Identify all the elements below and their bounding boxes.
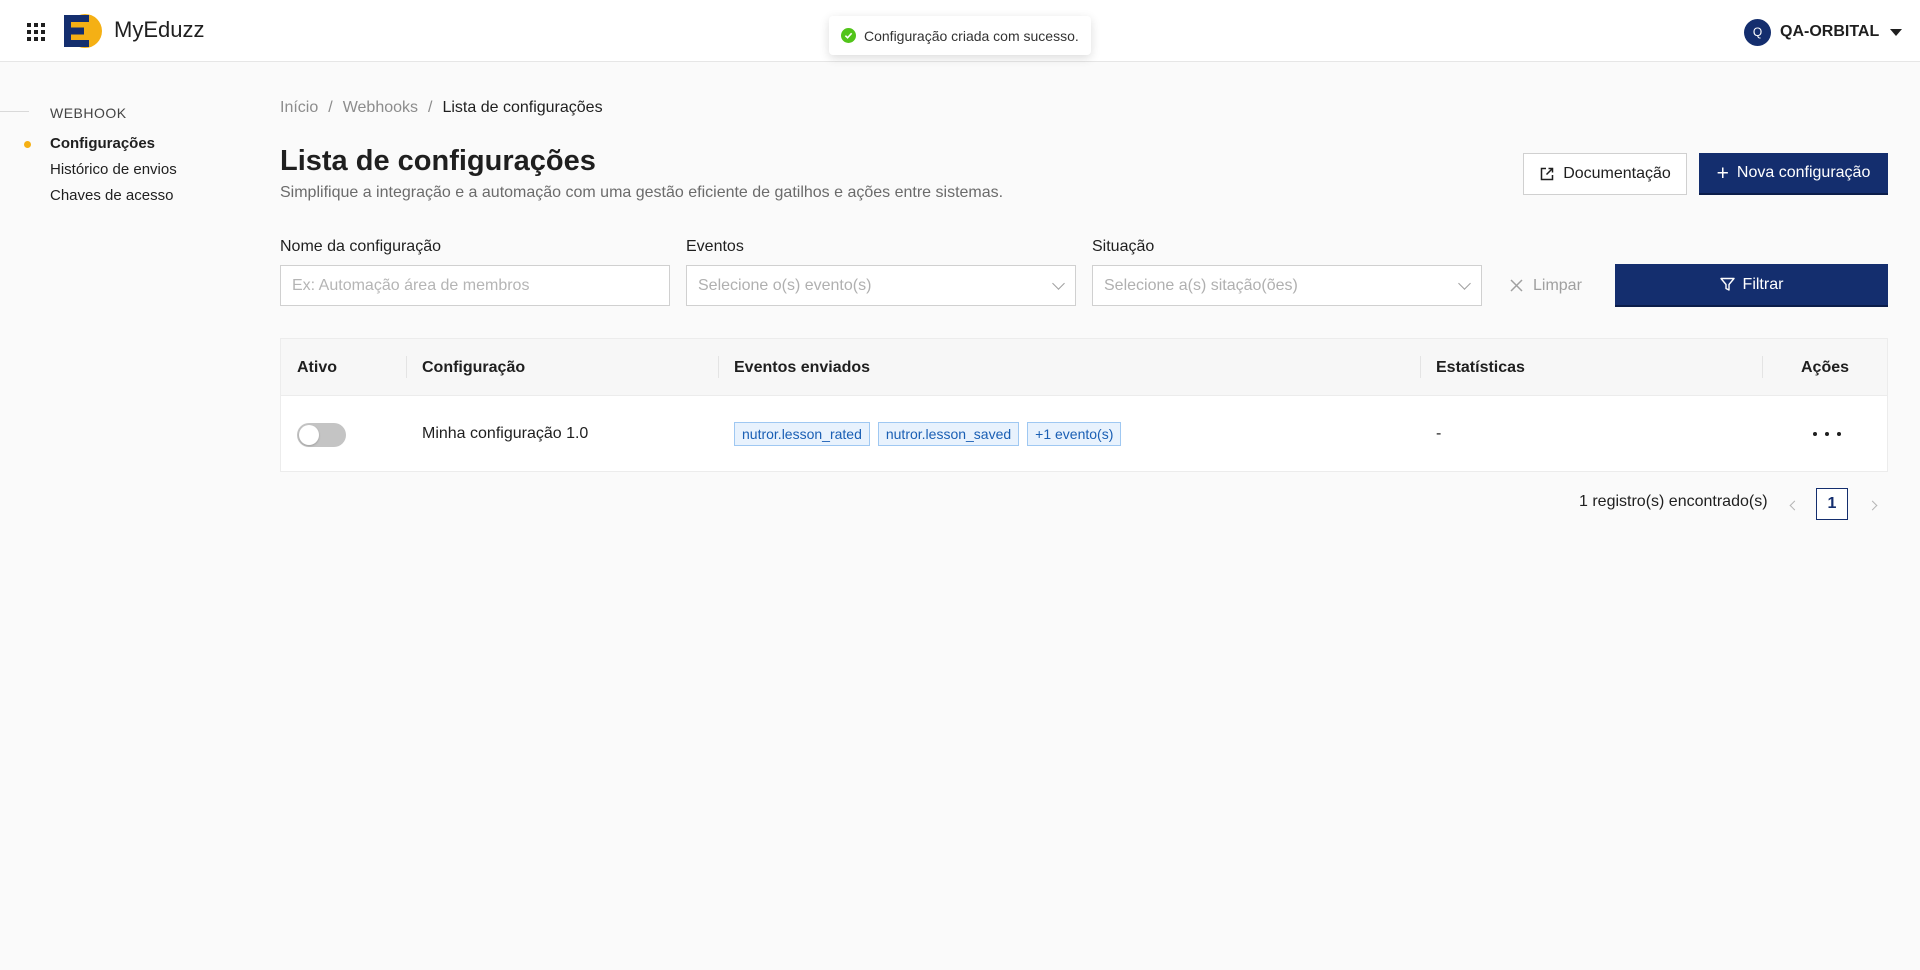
apps-grid-icon[interactable]: [27, 23, 45, 41]
breadcrumb: Início / Webhooks / Lista de configuraçõ…: [280, 99, 603, 117]
new-configuration-button[interactable]: + Nova configuração: [1699, 153, 1888, 195]
more-events-tag[interactable]: +1 evento(s): [1027, 422, 1122, 446]
toggle-knob: [299, 425, 319, 445]
next-page-button[interactable]: [1862, 497, 1882, 515]
clear-button[interactable]: Limpar: [1510, 265, 1582, 306]
previous-page-button[interactable]: [1784, 497, 1804, 515]
events-filter-label: Eventos: [686, 238, 744, 255]
external-link-icon: [1540, 167, 1554, 181]
success-toast: Configuração criada com sucesso.: [829, 16, 1091, 55]
more-actions-icon[interactable]: [1813, 422, 1841, 446]
column-divider: [1762, 356, 1763, 378]
page-subtitle: Simplifique a integração e a automação c…: [280, 184, 1004, 201]
configuration-name: Minha configuração 1.0: [422, 425, 589, 442]
filter-label: Filtrar: [1742, 275, 1784, 293]
user-menu[interactable]: Q QA-ORBITAL: [1744, 18, 1902, 46]
breadcrumb-webhooks[interactable]: Webhooks: [343, 99, 418, 117]
events-select-placeholder: Selecione o(s) evento(s): [698, 276, 872, 294]
chevron-left-icon: [1789, 500, 1799, 511]
caret-down-icon: [1890, 28, 1902, 36]
sidebar-item-chaves[interactable]: Chaves de acesso: [50, 187, 173, 204]
chevron-right-icon: [1867, 500, 1877, 511]
event-tag: nutror.lesson_saved: [877, 422, 1020, 446]
breadcrumb-inicio[interactable]: Início: [280, 99, 318, 117]
close-icon: [1510, 279, 1523, 292]
table-row: Minha configuração 1.0 nutror.lesson_rat…: [281, 396, 1887, 472]
active-toggle[interactable]: [297, 423, 346, 447]
column-header-estatisticas: Estatísticas: [1436, 358, 1525, 376]
event-tag: nutror.lesson_rated: [734, 422, 870, 446]
breadcrumb-separator: /: [428, 99, 433, 116]
documentation-label: Documentação: [1563, 165, 1671, 182]
funnel-icon: [1719, 277, 1735, 291]
sidebar-section-title: WEBHOOK: [50, 105, 127, 121]
status-select[interactable]: Selecione a(s) sitação(ões): [1092, 265, 1482, 306]
page-title: Lista de configurações: [280, 145, 596, 177]
events-cell: nutror.lesson_rated nutror.lesson_saved …: [734, 396, 1129, 472]
new-configuration-label: Nova configuração: [1736, 164, 1871, 181]
avatar: Q: [1744, 18, 1771, 46]
chevron-down-icon: [1052, 277, 1065, 290]
clear-label: Limpar: [1533, 276, 1582, 294]
column-divider: [1420, 356, 1421, 378]
eduzz-logo[interactable]: [64, 13, 102, 49]
filter-button[interactable]: Filtrar: [1615, 264, 1888, 307]
breadcrumb-separator: /: [328, 99, 333, 116]
name-filter-field: [280, 265, 670, 306]
events-select[interactable]: Selecione o(s) evento(s): [686, 265, 1076, 306]
brand-name: MyEduzz: [114, 17, 205, 42]
chevron-down-icon: [1458, 277, 1471, 290]
documentation-button[interactable]: Documentação: [1523, 153, 1687, 195]
page-number-button[interactable]: 1: [1816, 488, 1848, 520]
name-filter-input[interactable]: [292, 276, 658, 295]
statistics-value: -: [1436, 425, 1442, 442]
column-header-ativo: Ativo: [297, 358, 337, 376]
plus-icon: +: [1716, 161, 1729, 185]
sidebar-item-configuracoes[interactable]: Configurações: [50, 135, 155, 152]
status-select-placeholder: Selecione a(s) sitação(ões): [1104, 276, 1298, 294]
toast-message: Configuração criada com sucesso.: [864, 27, 1079, 44]
sidebar-item-historico[interactable]: Histórico de envios: [50, 161, 177, 178]
user-name: QA-ORBITAL: [1780, 23, 1880, 40]
record-count: 1 registro(s) encontrado(s): [1579, 493, 1768, 510]
column-header-configuracao: Configuração: [422, 358, 526, 376]
name-filter-label: Nome da configuração: [280, 238, 441, 255]
column-header-acoes: Ações: [1801, 358, 1850, 376]
sidebar-divider: [0, 111, 29, 112]
configurations-table: Ativo Configuração Eventos enviados Esta…: [280, 338, 1888, 472]
check-circle-icon: [841, 28, 856, 43]
breadcrumb-current: Lista de configurações: [442, 99, 603, 116]
column-header-eventos: Eventos enviados: [734, 358, 871, 376]
active-indicator-dot: [24, 141, 31, 148]
column-divider: [718, 356, 719, 378]
column-divider: [406, 356, 407, 378]
status-filter-label: Situação: [1092, 238, 1155, 255]
table-header: Ativo Configuração Eventos enviados Esta…: [281, 339, 1887, 396]
